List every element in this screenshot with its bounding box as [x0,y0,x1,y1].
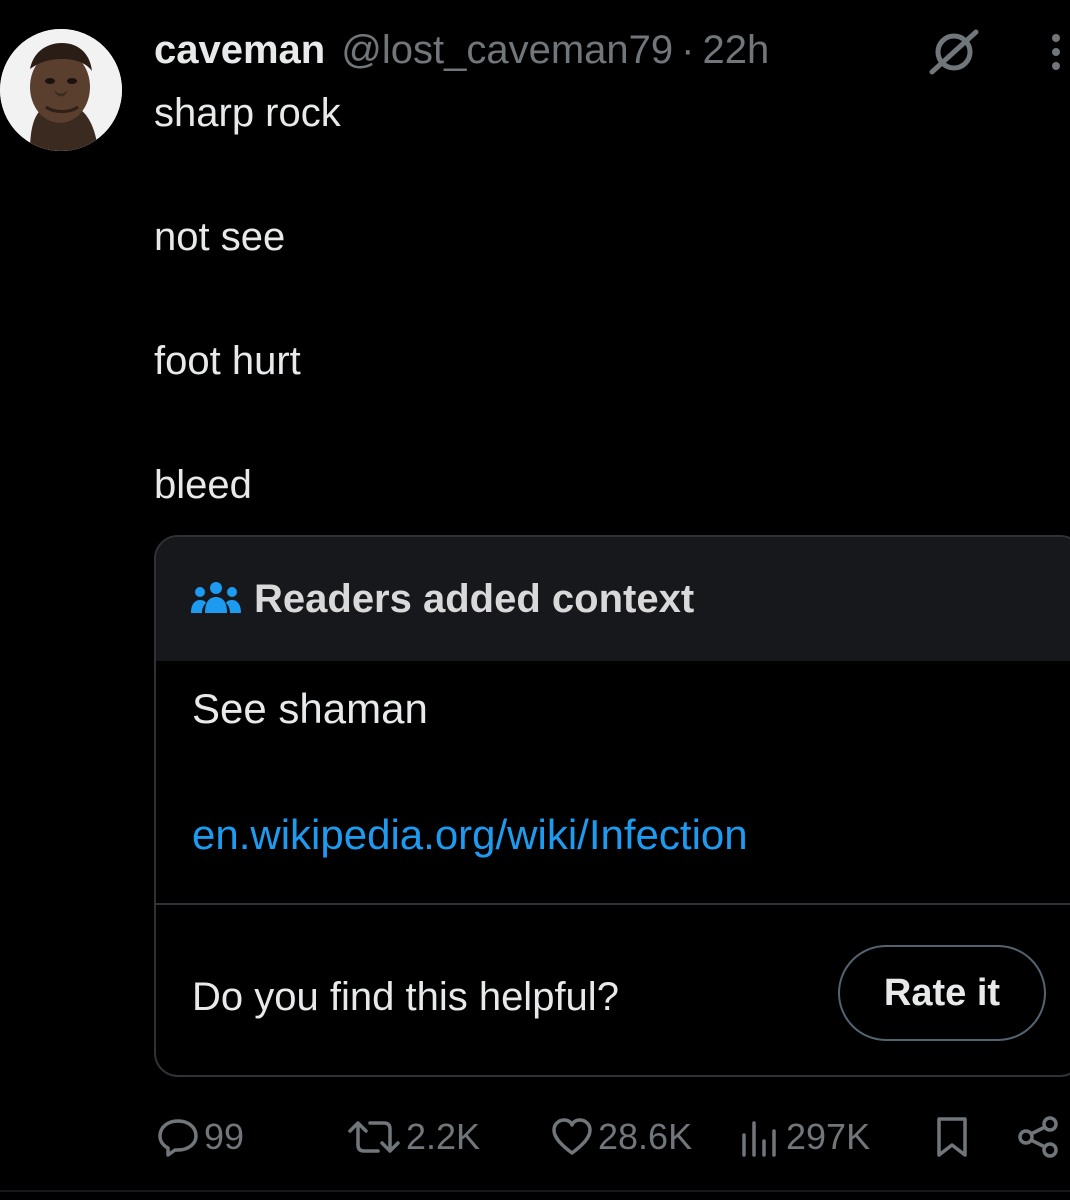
user-handle[interactable]: @lost_caveman79 [341,28,673,73]
post-header: caveman @lost_caveman79 · 22h [154,26,769,74]
people-group-icon [190,579,242,619]
more-vertical-icon[interactable] [1046,30,1066,74]
view-count: 297K [786,1116,871,1157]
like-count: 28.6K [598,1116,693,1157]
community-note-title: Readers added context [254,576,695,621]
separator-dot: · [681,27,695,72]
post-timestamp[interactable]: 22h [702,28,769,73]
post-text-line: bleed [154,463,252,507]
share-icon [1018,1116,1058,1158]
helpful-prompt: Do you find this helpful? [192,975,619,1019]
reply-icon [158,1119,198,1157]
views-button[interactable]: 297K [738,1112,870,1162]
community-note-card: Readers added context See shaman en.wiki… [154,535,1070,1077]
bookmark-button[interactable] [930,1112,974,1162]
post-text-line: sharp rock [154,91,341,135]
post-text-line: foot hurt [154,339,301,383]
grok-icon[interactable] [926,28,980,76]
reply-button[interactable]: 99 [156,1112,244,1162]
repost-button[interactable]: 2.2K [346,1112,480,1162]
bookmark-icon [937,1117,967,1157]
community-note-header: Readers added context [156,537,1070,661]
avatar[interactable] [0,29,122,151]
heart-icon [552,1118,592,1155]
views-bar-icon [742,1121,776,1157]
reply-count: 99 [204,1116,245,1157]
display-name[interactable]: caveman [154,28,325,73]
repost-icon [348,1121,400,1153]
divider [0,1190,1070,1192]
repost-count: 2.2K [406,1116,481,1157]
rate-it-button[interactable]: Rate it [838,945,1046,1041]
community-note-link[interactable]: en.wikipedia.org/wiki/Infection [192,809,748,861]
share-button[interactable] [1016,1112,1060,1162]
community-note-text: See shaman [192,685,428,732]
post-text-line: not see [154,215,286,259]
like-button[interactable]: 28.6K [550,1112,692,1162]
divider [156,903,1070,905]
post-text: sharp rock not see foot hurt bleed [154,88,341,510]
